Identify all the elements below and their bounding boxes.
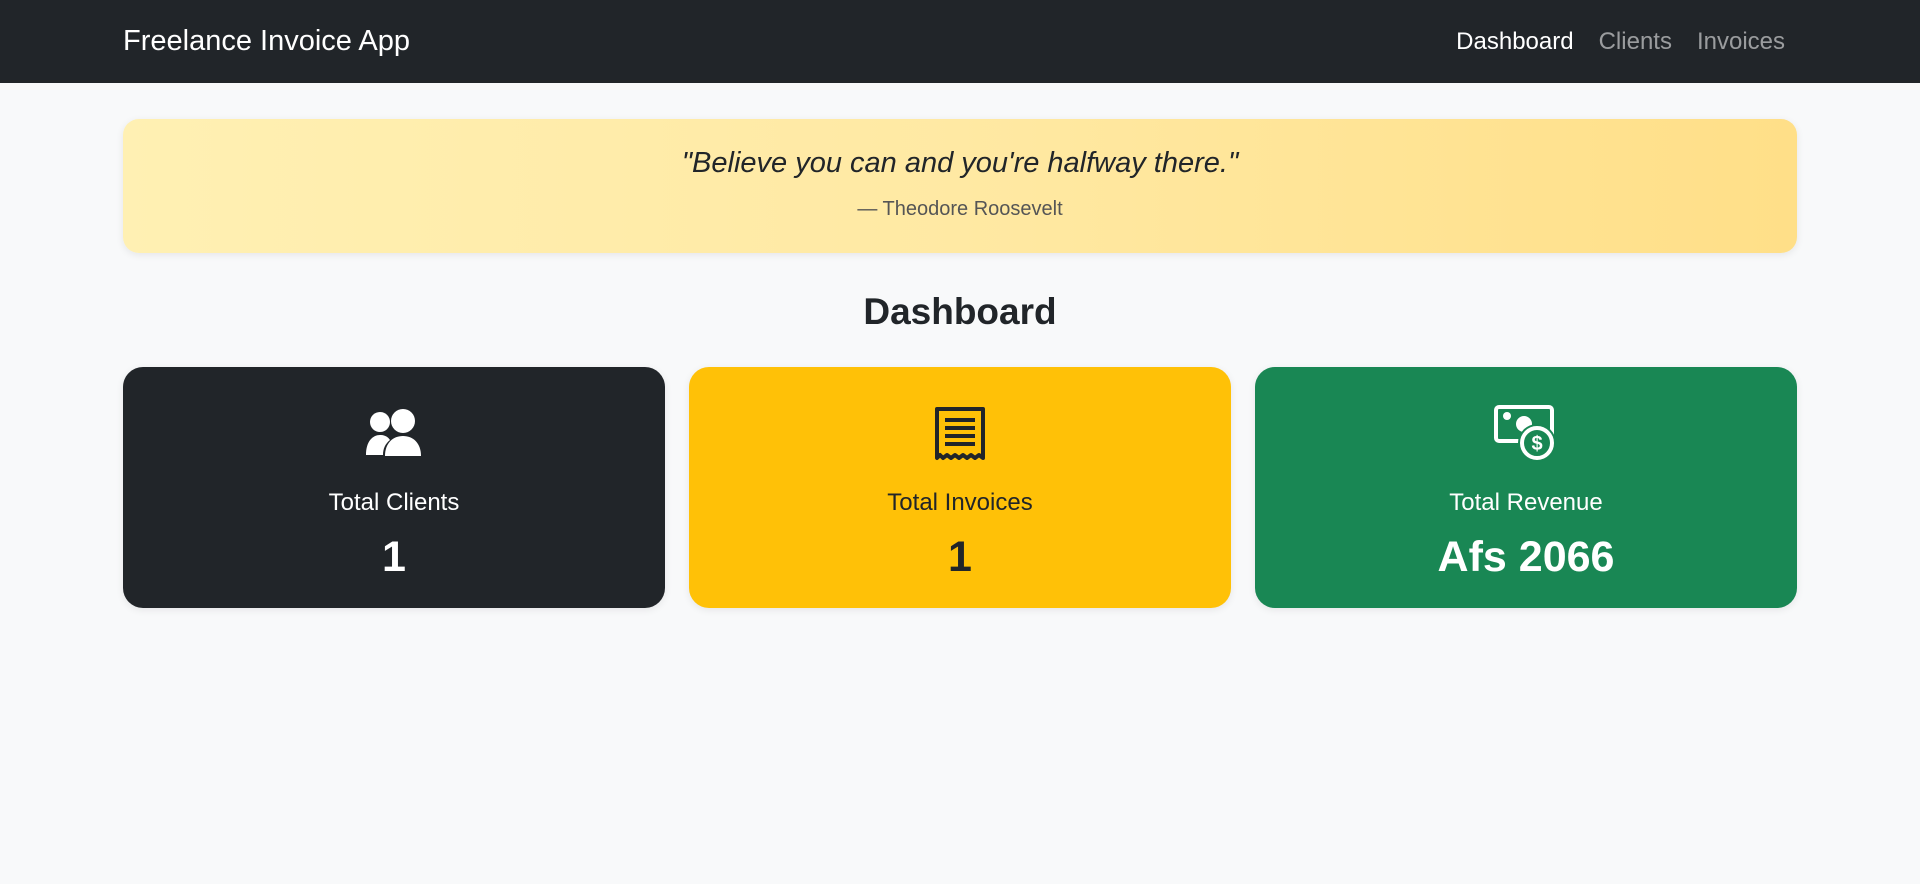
users-icon: [123, 405, 665, 463]
navbar: Freelance Invoice App Dashboard Clients …: [0, 0, 1920, 83]
total-revenue-label: Total Revenue: [1449, 489, 1603, 516]
svg-text:$: $: [1531, 433, 1542, 455]
brand-link[interactable]: Freelance Invoice App: [123, 25, 410, 58]
total-invoices-card: Total Invoices 1: [689, 367, 1231, 608]
main-container: "Believe you can and you're halfway ther…: [123, 119, 1797, 608]
nav-links: Dashboard Clients Invoices: [1456, 28, 1785, 56]
quote-text: "Believe you can and you're halfway ther…: [681, 147, 1239, 179]
nav-link-clients[interactable]: Clients: [1599, 28, 1672, 56]
total-revenue-card: $ Total Revenue Afs 2066: [1255, 367, 1797, 608]
receipt-icon: [689, 405, 1231, 463]
total-clients-card: Total Clients 1: [123, 367, 665, 608]
total-revenue-value: Afs 2066: [1437, 533, 1615, 581]
stat-cards: Total Clients 1 Total Invoices 1 $ Total…: [123, 367, 1797, 608]
nav-link-invoices[interactable]: Invoices: [1697, 28, 1785, 56]
page-title: Dashboard: [863, 291, 1057, 332]
total-clients-label: Total Clients: [328, 489, 460, 516]
quote-box: "Believe you can and you're halfway ther…: [123, 119, 1797, 253]
total-clients-value: 1: [382, 533, 406, 581]
total-invoices-label: Total Invoices: [887, 489, 1033, 516]
quote-author: — Theodore Roosevelt: [857, 198, 1063, 220]
money-icon: $: [1255, 405, 1797, 463]
nav-link-dashboard[interactable]: Dashboard: [1456, 28, 1573, 56]
total-invoices-value: 1: [948, 533, 972, 581]
